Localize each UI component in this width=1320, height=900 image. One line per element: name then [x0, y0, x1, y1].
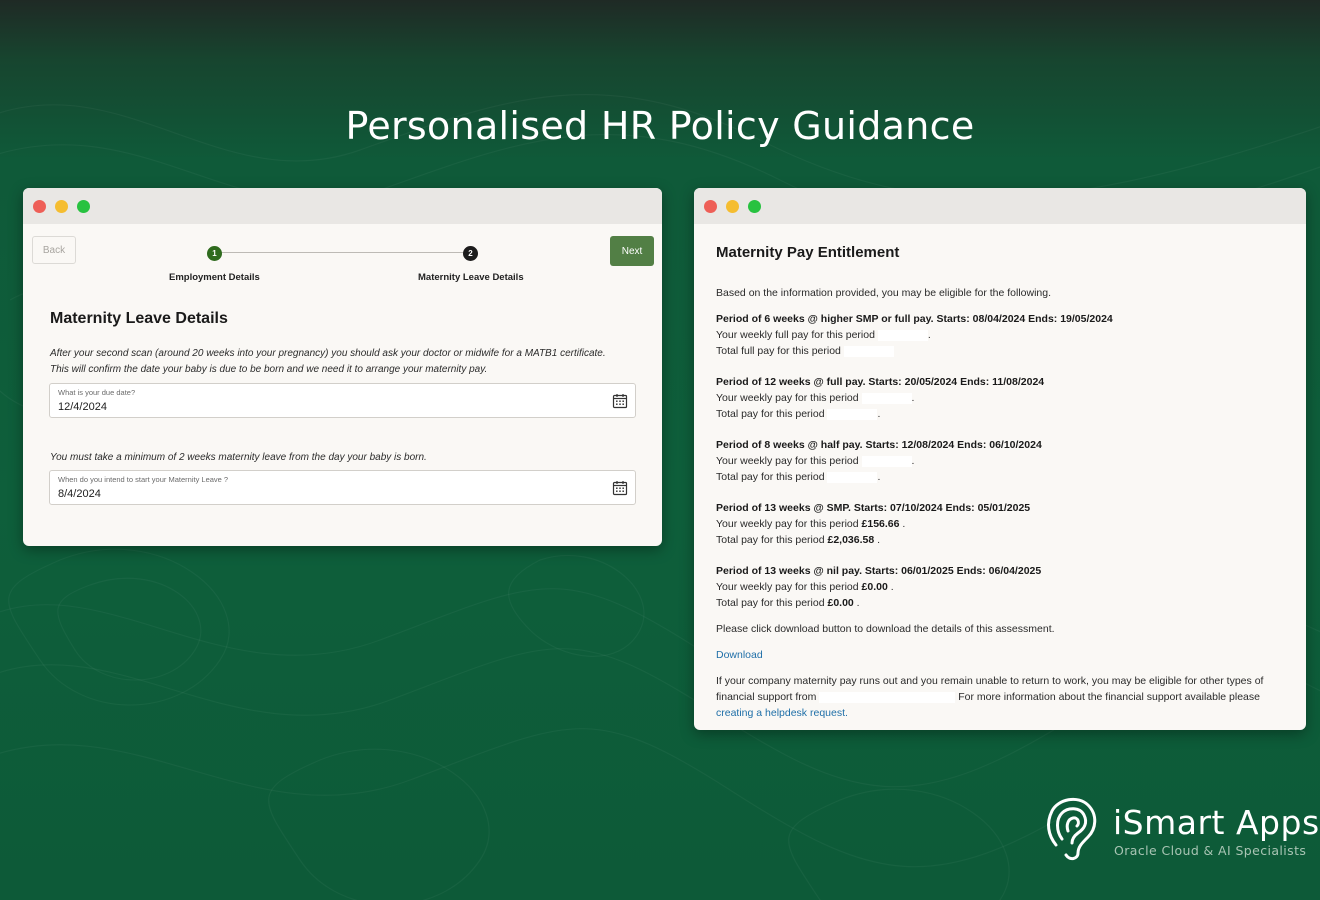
back-button[interactable]: Back — [32, 236, 76, 264]
redacted-value — [843, 345, 894, 357]
weekly-pay-line: Your weekly full pay for this period . — [716, 329, 931, 341]
footer-line-2-start: financial support from — [716, 691, 817, 703]
financial-support-note: If your company maternity pay runs out a… — [716, 673, 1286, 721]
minimize-window-dot[interactable] — [726, 199, 739, 213]
weekly-pay-label: Your weekly pay for this period — [716, 581, 859, 593]
footer-line-2: financial support from For more informat… — [716, 689, 1286, 705]
weekly-pay-value: £0.00 — [861, 581, 888, 593]
window-title-bar — [23, 188, 662, 224]
due-date-field[interactable]: What is your due date? 12/4/2024 — [49, 383, 636, 418]
step-2-label: Maternity Leave Details — [418, 272, 524, 283]
period-heading: Period of 13 weeks @ SMP. Starts: 07/10/… — [716, 502, 1031, 514]
form-content: Back 1 2 Employment Details Maternity Le… — [23, 224, 662, 546]
pay-entitlement-content: Maternity Pay Entitlement Based on the i… — [694, 224, 1306, 730]
total-pay-value: £2,036.58 — [827, 534, 875, 546]
total-pay-label: Total pay for this period — [716, 597, 825, 609]
weekly-pay-line: Your weekly pay for this period £156.66 … — [716, 518, 906, 530]
total-pay-line: Total pay for this period . — [716, 471, 881, 483]
weekly-pay-label: Your weekly pay for this period — [716, 518, 859, 530]
leave-start-date-field[interactable]: When do you intend to start your Materni… — [49, 470, 636, 505]
download-note: Please click download button to download… — [716, 623, 1055, 635]
redacted-value — [877, 329, 928, 341]
next-button[interactable]: Next — [610, 236, 654, 266]
total-pay-line: Total full pay for this period — [716, 343, 1306, 359]
redacted-value — [827, 471, 878, 483]
period-heading: Period of 6 weeks @ higher SMP or full p… — [716, 313, 1113, 325]
total-pay-label: Total pay for this period — [716, 471, 825, 483]
step-1-label: Employment Details — [169, 272, 260, 283]
calendar-icon[interactable] — [612, 393, 628, 409]
weekly-pay-label: Your weekly pay for this period — [716, 392, 859, 404]
close-window-dot[interactable] — [704, 199, 717, 213]
redacted-value — [861, 455, 912, 467]
page-heading: Personalised HR Policy Guidance — [345, 104, 975, 148]
close-window-dot[interactable] — [33, 199, 46, 213]
matb1-instruction: After your second scan (around 20 weeks … — [50, 348, 606, 375]
step-1-indicator[interactable]: 1 — [207, 246, 222, 261]
weekly-pay-line: Your weekly pay for this period . — [716, 392, 915, 404]
stepper-line — [215, 252, 470, 253]
total-pay-label: Total pay for this period — [716, 534, 825, 546]
ear-logo-icon — [1047, 797, 1097, 861]
weekly-pay-label: Your weekly full pay for this period — [716, 329, 875, 341]
minimum-leave-instruction: You must take a minimum of 2 weeks mater… — [50, 452, 427, 463]
weekly-pay-line: Your weekly pay for this period . — [716, 455, 915, 467]
pay-period-5: Period of 13 weeks @ nil pay. Starts: 06… — [716, 563, 1306, 611]
step-2-indicator[interactable]: 2 — [463, 246, 478, 261]
footer-line-1: If your company maternity pay runs out a… — [716, 675, 1264, 687]
pay-period-2: Period of 12 weeks @ full pay. Starts: 2… — [716, 374, 1306, 422]
download-link[interactable]: Download — [716, 647, 1306, 663]
redacted-value — [827, 408, 878, 420]
maternity-pay-window: Maternity Pay Entitlement Based on the i… — [694, 188, 1306, 730]
period-heading: Period of 13 weeks @ nil pay. Starts: 06… — [716, 565, 1042, 577]
total-pay-line: Total pay for this period £2,036.58 . — [716, 534, 881, 546]
pay-period-1: Period of 6 weeks @ higher SMP or full p… — [716, 311, 1306, 359]
maternity-form-window: Back 1 2 Employment Details Maternity Le… — [23, 188, 662, 546]
maximize-window-dot[interactable] — [77, 199, 90, 213]
redacted-value — [861, 392, 912, 404]
pay-entitlement-title: Maternity Pay Entitlement — [716, 244, 900, 261]
total-pay-label: Total full pay for this period — [716, 345, 841, 357]
period-heading: Period of 8 weeks @ half pay. Starts: 12… — [716, 439, 1042, 451]
minimize-window-dot[interactable] — [55, 199, 68, 213]
brand-name: iSmart Apps — [1113, 803, 1320, 842]
section-title: Maternity Leave Details — [50, 310, 228, 327]
weekly-pay-label: Your weekly pay for this period — [716, 455, 859, 467]
weekly-pay-value: £156.66 — [861, 518, 900, 530]
maximize-window-dot[interactable] — [748, 199, 761, 213]
total-pay-value: £0.00 — [827, 597, 854, 609]
brand-tagline: Oracle Cloud & AI Specialists — [1114, 843, 1307, 858]
period-heading: Period of 12 weeks @ full pay. Starts: 2… — [716, 376, 1045, 388]
footer-line-2-end: For more information about the financial… — [958, 691, 1260, 703]
pay-period-3: Period of 8 weeks @ half pay. Starts: 12… — [716, 437, 1306, 485]
brand-lockup: iSmart Apps Oracle Cloud & AI Specialist… — [1044, 795, 1320, 865]
due-date-label: What is your due date? — [58, 388, 136, 397]
leave-start-date-value[interactable]: 8/4/2024 — [58, 488, 101, 500]
window-title-bar — [694, 188, 1306, 224]
pay-period-4: Period of 13 weeks @ SMP. Starts: 07/10/… — [716, 500, 1306, 548]
helpdesk-request-link[interactable]: creating a helpdesk request. — [716, 707, 848, 719]
total-pay-line: Total pay for this period . — [716, 408, 881, 420]
redacted-value — [819, 691, 956, 703]
total-pay-line: Total pay for this period £0.00 . — [716, 597, 860, 609]
leave-start-date-label: When do you intend to start your Materni… — [58, 475, 229, 484]
total-pay-label: Total pay for this period — [716, 408, 825, 420]
weekly-pay-line: Your weekly pay for this period £0.00 . — [716, 581, 894, 593]
calendar-icon[interactable] — [612, 480, 628, 496]
due-date-value[interactable]: 12/4/2024 — [58, 401, 107, 413]
eligibility-intro: Based on the information provided, you m… — [716, 287, 1052, 299]
